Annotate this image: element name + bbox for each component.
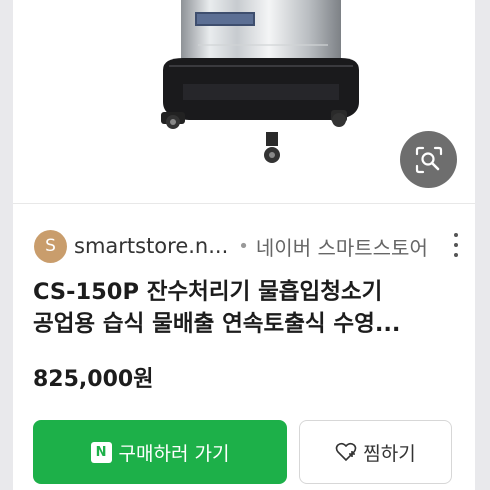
- separator-dot: •: [238, 235, 249, 257]
- product-title-line2[interactable]: 공업용 습식 물배출 연속토출식 수영...: [33, 308, 463, 340]
- divider: [13, 203, 475, 204]
- product-card[interactable]: S smartstore.n... • 네이버 스마트스토어 CS-150P 잔…: [13, 0, 475, 490]
- product-title[interactable]: CS-150P 잔수처리기 물흡입청소기 공업용 습식 물배출 연속토출식 수영…: [33, 276, 463, 340]
- more-vert-icon[interactable]: [453, 233, 459, 257]
- product-price: 825,000원: [33, 367, 154, 392]
- product-title-line1[interactable]: CS-150P 잔수처리기 물흡입청소기: [33, 276, 463, 308]
- source-row[interactable]: S smartstore.n... • 네이버 스마트스토어: [34, 227, 464, 265]
- favicon: S: [34, 229, 67, 263]
- image-search-icon: [415, 146, 442, 173]
- wishlist-button-label: 찜하기: [363, 442, 416, 465]
- naver-n-icon: N: [90, 441, 112, 463]
- wishlist-button[interactable]: 찜하기: [299, 420, 452, 484]
- image-search-button[interactable]: [400, 131, 457, 188]
- product-image[interactable]: [13, 0, 475, 203]
- heart-plus-icon: [335, 442, 357, 462]
- store-name: 네이버 스마트스토어: [255, 235, 428, 260]
- buy-button[interactable]: N 구매하러 가기: [33, 420, 287, 484]
- buy-button-label: 구매하러 가기: [118, 442, 230, 465]
- source-domain[interactable]: smartstore.n...: [74, 234, 228, 258]
